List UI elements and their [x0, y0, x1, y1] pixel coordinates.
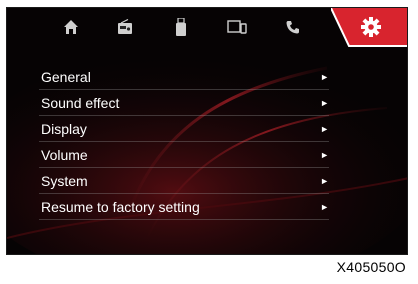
tab-home[interactable]: [57, 14, 85, 40]
arrow-right-icon: ►: [320, 98, 329, 108]
phone-icon: [286, 21, 299, 34]
tab-radio[interactable]: [111, 14, 139, 40]
settings-gear-icon: [361, 17, 381, 37]
arrow-right-icon: ►: [320, 124, 329, 134]
menu-item-factory-reset[interactable]: Resume to factory setting ►: [39, 194, 329, 220]
menu-item-label: General: [41, 69, 91, 85]
arrow-right-icon: ►: [320, 72, 329, 82]
phone-link-icon: [227, 20, 247, 34]
menu-item-sound-effect[interactable]: Sound effect ►: [39, 90, 329, 116]
arrow-right-icon: ►: [320, 202, 329, 212]
figure-code: X405050O: [336, 259, 406, 275]
tab-phone-link[interactable]: [223, 14, 251, 40]
head-unit-screen: General ► Sound effect ► Display ► Volum…: [6, 7, 408, 255]
top-tab-bar: [7, 8, 407, 47]
radio-icon: [118, 19, 132, 34]
arrow-right-icon: ►: [320, 150, 329, 160]
settings-menu: General ► Sound effect ► Display ► Volum…: [39, 64, 329, 220]
tab-usb[interactable]: [167, 14, 195, 40]
usb-icon: [176, 18, 186, 36]
menu-item-system[interactable]: System ►: [39, 168, 329, 194]
menu-item-label: System: [41, 173, 88, 189]
home-icon: [64, 20, 78, 34]
menu-item-display[interactable]: Display ►: [39, 116, 329, 142]
arrow-right-icon: ►: [320, 176, 329, 186]
menu-item-label: Sound effect: [41, 95, 120, 111]
menu-item-general[interactable]: General ►: [39, 64, 329, 90]
menu-item-label: Resume to factory setting: [41, 199, 200, 215]
menu-item-volume[interactable]: Volume ►: [39, 142, 329, 168]
menu-item-label: Display: [41, 121, 87, 137]
tab-phone[interactable]: [279, 14, 307, 40]
menu-item-label: Volume: [41, 147, 88, 163]
